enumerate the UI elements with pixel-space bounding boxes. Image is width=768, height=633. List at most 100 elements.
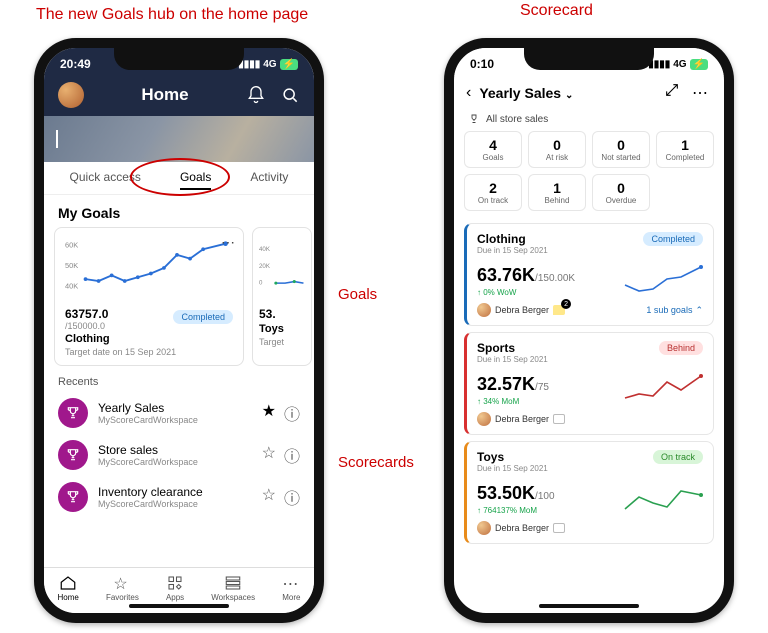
star-icon[interactable]: ☆ bbox=[262, 485, 276, 509]
battery-icon: ⚡ bbox=[280, 59, 298, 70]
more-icon[interactable]: ⋯ bbox=[221, 234, 235, 251]
star-icon[interactable]: ★ bbox=[262, 401, 276, 425]
metric-clothing[interactable]: ClothingDue in 15 Sep 2021 Completed 63.… bbox=[464, 223, 714, 326]
info-icon[interactable]: ⓘ bbox=[284, 443, 300, 467]
scorecard-item[interactable]: Store salesMyScoreCardWorkspace ☆ ⓘ bbox=[44, 434, 314, 476]
caption-left: The new Goals hub on the home page bbox=[36, 6, 308, 24]
status-bar: 20:49 ▮▮▮▮ 4G ⚡ bbox=[44, 48, 314, 76]
metric-target: /75 bbox=[535, 382, 549, 393]
owner-avatar bbox=[477, 303, 491, 317]
stat-ontrack[interactable]: 2On track bbox=[464, 174, 522, 211]
svg-text:20K: 20K bbox=[259, 263, 271, 270]
phone-scorecard: 0:10 ▮▮▮▮ 4G ⚡ ‹ Yearly Sales ⌄ ⋯ All st… bbox=[444, 38, 734, 623]
bell-icon[interactable] bbox=[246, 85, 266, 105]
annotation-scorecards: Scorecards bbox=[338, 454, 414, 471]
sparkline bbox=[623, 261, 703, 297]
scorecard-item[interactable]: Inventory clearanceMyScoreCardWorkspace … bbox=[44, 476, 314, 518]
scorecard-name: Store sales bbox=[98, 443, 252, 457]
goal-card-clothing[interactable]: ⋯ 60K 50K 40K 63757.0 /150000.0 Complete… bbox=[54, 227, 244, 366]
signal-icon: ▮▮▮▮ bbox=[238, 59, 260, 70]
recents-title: Recents bbox=[44, 366, 314, 392]
goal-chart-peek: 40K 20K 0 bbox=[259, 236, 305, 298]
network-label: 4G bbox=[673, 59, 686, 70]
metric-target: /100 bbox=[535, 491, 554, 502]
goal-title: Toys bbox=[259, 323, 305, 335]
expand-icon[interactable] bbox=[664, 82, 680, 103]
tab-quick-access[interactable]: Quick access bbox=[70, 170, 141, 190]
goal-title: Clothing bbox=[65, 333, 233, 345]
metric-title: Clothing bbox=[477, 232, 548, 246]
nav-favorites[interactable]: ☆Favorites bbox=[106, 574, 139, 602]
star-icon[interactable]: ☆ bbox=[262, 443, 276, 467]
bottom-nav: Home ☆Favorites Apps Workspaces ⋯More bbox=[44, 567, 314, 613]
svg-text:40K: 40K bbox=[259, 246, 271, 253]
status-time: 0:10 bbox=[470, 57, 494, 71]
stat-behind[interactable]: 1Behind bbox=[528, 174, 586, 211]
tab-activity[interactable]: Activity bbox=[250, 170, 288, 190]
goal-target: /150000.0 bbox=[65, 321, 108, 331]
back-icon[interactable]: ‹ bbox=[466, 84, 471, 102]
page-title[interactable]: Yearly Sales ⌄ bbox=[479, 85, 656, 101]
search-icon[interactable] bbox=[280, 85, 300, 105]
status-badge: Completed bbox=[173, 310, 233, 324]
nav-apps[interactable]: Apps bbox=[166, 574, 184, 602]
battery-icon: ⚡ bbox=[690, 59, 708, 70]
info-icon[interactable]: ⓘ bbox=[284, 485, 300, 509]
goal-date: Target date on 15 Sep 2021 bbox=[65, 347, 233, 357]
metric-due: Due in 15 Sep 2021 bbox=[477, 464, 548, 473]
status-badge: On track bbox=[653, 450, 703, 464]
metric-change: ↑ 764137% MoM bbox=[477, 506, 555, 515]
metric-title: Sports bbox=[477, 341, 548, 355]
metric-value: 53.50K bbox=[477, 483, 535, 503]
app-header: Home bbox=[44, 76, 314, 116]
note-icon[interactable] bbox=[553, 523, 565, 533]
stat-overdue[interactable]: 0Overdue bbox=[592, 174, 650, 211]
scorecard-workspace: MyScoreCardWorkspace bbox=[98, 457, 252, 467]
svg-text:40K: 40K bbox=[65, 281, 78, 290]
page-title: Home bbox=[141, 85, 188, 105]
owner-name: Debra Berger bbox=[495, 523, 549, 533]
stat-notstarted[interactable]: 0Not started bbox=[592, 131, 650, 168]
scorecard-item[interactable]: Yearly SalesMyScoreCardWorkspace ★ ⓘ bbox=[44, 392, 314, 434]
avatar[interactable] bbox=[58, 82, 84, 108]
note-icon[interactable]: 2 bbox=[553, 305, 565, 315]
stat-atrisk[interactable]: 0At risk bbox=[528, 131, 586, 168]
more-icon[interactable]: ⋯ bbox=[688, 83, 712, 103]
tab-goals[interactable]: Goals bbox=[180, 170, 211, 190]
filter-bar[interactable]: All store sales bbox=[454, 109, 724, 131]
stat-completed[interactable]: 1Completed bbox=[656, 131, 714, 168]
scorecard-workspace: MyScoreCardWorkspace bbox=[98, 499, 252, 509]
scorecard-name: Inventory clearance bbox=[98, 485, 252, 499]
svg-text:50K: 50K bbox=[65, 261, 78, 270]
goal-value: 63757.0 bbox=[65, 307, 108, 321]
nav-more[interactable]: ⋯More bbox=[282, 574, 300, 602]
goal-date: Target bbox=[259, 337, 305, 347]
owner-avatar bbox=[477, 412, 491, 426]
svg-text:0: 0 bbox=[259, 280, 263, 287]
info-icon[interactable]: ⓘ bbox=[284, 401, 300, 425]
goal-chart: 60K 50K 40K bbox=[65, 236, 233, 298]
stat-goals[interactable]: 4Goals bbox=[464, 131, 522, 168]
nav-home[interactable]: Home bbox=[58, 574, 79, 602]
trophy-icon bbox=[58, 482, 88, 512]
subgoals-toggle[interactable]: 1 sub goals ⌃ bbox=[646, 305, 703, 316]
status-time: 20:49 bbox=[60, 57, 91, 71]
nav-workspaces[interactable]: Workspaces bbox=[211, 574, 255, 602]
metric-sports[interactable]: SportsDue in 15 Sep 2021 Behind 32.57K/7… bbox=[464, 332, 714, 435]
my-goals-title: My Goals bbox=[44, 195, 314, 227]
signal-icon: ▮▮▮▮ bbox=[648, 59, 670, 70]
scorecard-workspace: MyScoreCardWorkspace bbox=[98, 415, 252, 425]
status-badge: Completed bbox=[643, 232, 703, 246]
note-icon[interactable] bbox=[553, 414, 565, 424]
scorecard-name: Yearly Sales bbox=[98, 401, 252, 415]
owner-avatar bbox=[477, 521, 491, 535]
metric-value: 63.76K bbox=[477, 265, 535, 285]
metric-change: ↑ 34% MoM bbox=[477, 397, 549, 406]
trophy-icon bbox=[58, 440, 88, 470]
owner-name: Debra Berger bbox=[495, 305, 549, 315]
metric-due: Due in 15 Sep 2021 bbox=[477, 355, 548, 364]
network-label: 4G bbox=[263, 59, 276, 70]
goal-card-toys[interactable]: 40K 20K 0 53. Toys Target bbox=[252, 227, 312, 366]
phone-home: 20:49 ▮▮▮▮ 4G ⚡ Home Quick access Goals … bbox=[34, 38, 324, 623]
metric-toys[interactable]: ToysDue in 15 Sep 2021 On track 53.50K/1… bbox=[464, 441, 714, 544]
